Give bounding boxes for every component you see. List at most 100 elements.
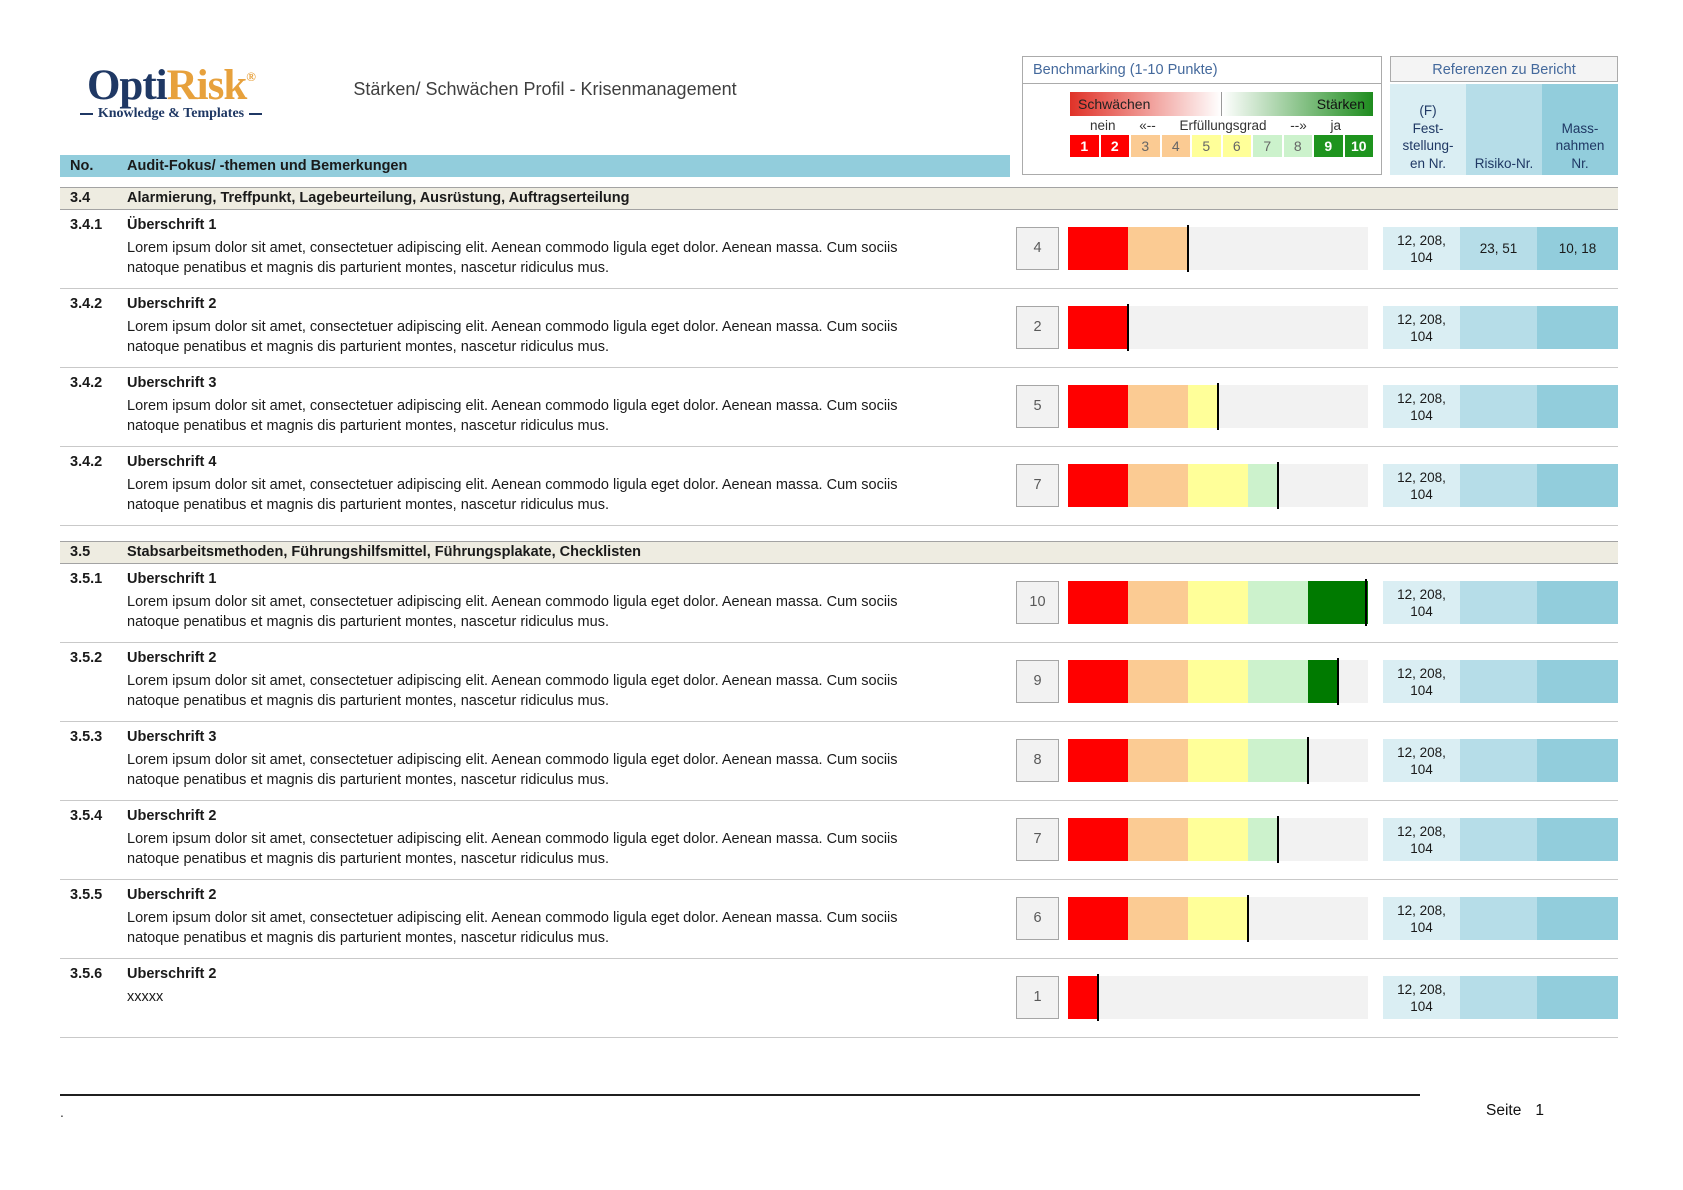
column-header-massnahmen-label: Mass- nahmen Nr. [1556,120,1605,173]
cell-risiko [1460,660,1537,703]
bar-segment [1338,581,1368,624]
bar-segment [1158,897,1188,940]
benchmark-bar [1068,581,1368,624]
weaknesses-gradient-label: Schwächen [1070,92,1221,116]
audit-table-body: 3.4Alarmierung, Treffpunkt, Lagebeurteil… [60,187,1618,1038]
score-box: 2 [1016,306,1059,349]
benchmark-bar [1068,660,1368,703]
cell-risiko [1460,739,1537,782]
cell-massnahmen [1537,581,1618,624]
benchmark-bar [1068,818,1368,861]
column-header-massnahmen: Mass- nahmen Nr. [1542,84,1618,175]
benchmark-scale: 1 2 3 4 5 6 7 8 9 10 [1070,135,1373,157]
benchmark-bar [1068,976,1368,1019]
label-nein: nein [1090,118,1116,133]
scale-cell-8: 8 [1284,135,1315,157]
score-box: 5 [1016,385,1059,428]
bar-segment [1098,739,1128,782]
cell-risiko: 23, 51 [1460,227,1537,270]
audit-row-3.5.2: 3.5.2Uberschrift 2Lorem ipsum dolor sit … [60,643,1618,722]
row-heading: Uberschrift 1 [127,571,216,587]
section-number: 3.4 [70,188,90,209]
bar-segment [1158,739,1188,782]
row-remarks: Lorem ipsum dolor sit amet, consectetuer… [127,672,898,711]
cell-massnahmen [1537,897,1618,940]
audit-row-3.5.1: 3.5.1Uberschrift 1Lorem ipsum dolor sit … [60,564,1618,643]
row-number: 3.4.2 [70,375,102,391]
benchmarking-panel: Benchmarking (1-10 Punkte) Schwächen Stä… [1022,56,1382,175]
bar-segment [1158,581,1188,624]
strengths-gradient-label: Stärken [1221,92,1373,116]
bar-segment [1068,660,1098,703]
column-header-risiko-label: Risiko-Nr. [1475,155,1534,173]
bar-segment [1128,660,1158,703]
score-box: 7 [1016,464,1059,507]
bar-segment [1068,227,1098,270]
bar-segment [1158,385,1188,428]
cell-risiko [1460,581,1537,624]
bar-segment [1218,739,1248,782]
section-header-3.4: 3.4Alarmierung, Treffpunkt, Lagebeurteil… [60,187,1618,210]
row-heading: Uberschrift 3 [127,375,216,391]
row-number: 3.5.3 [70,729,102,745]
audit-row-3.4.2: 3.4.2Uberschrift 4Lorem ipsum dolor sit … [60,447,1618,526]
bar-segment [1248,581,1278,624]
row-remarks: Lorem ipsum dolor sit amet, consectetuer… [127,239,898,278]
report-page: OptiRisk® Knowledge & Templates Stärken/… [0,0,1683,1190]
bar-segment [1158,818,1188,861]
logo-wordmark: OptiRisk® [76,54,266,109]
scale-cell-3: 3 [1131,135,1162,157]
bar-segment [1278,739,1308,782]
logo-text-risk: Risk [167,62,247,109]
section-title: Stabsarbeitsmethoden, Führungshilfsmitte… [127,542,641,563]
benchmark-bar [1068,306,1368,349]
bar-segment [1128,464,1158,507]
cell-massnahmen [1537,385,1618,428]
references-panel-title: Referenzen zu Bericht [1390,56,1618,82]
row-heading: Uberschrift 2 [127,808,216,824]
bar-segment [1158,227,1188,270]
cell-feststellungen: 12, 208, 104 [1383,976,1460,1019]
cell-feststellungen: 12, 208, 104 [1383,897,1460,940]
bar-segment [1068,818,1098,861]
bar-segment [1128,897,1158,940]
bar-segment [1188,464,1218,507]
optirisk-logo: OptiRisk® Knowledge & Templates [76,54,266,122]
cell-feststellungen: 12, 208, 104 [1383,306,1460,349]
row-number: 3.5.2 [70,650,102,666]
bar-segment [1068,976,1098,1019]
bar-segment [1188,818,1218,861]
row-remarks: Lorem ipsum dolor sit amet, consectetuer… [127,830,898,869]
bar-segment [1248,464,1278,507]
page-number-value: 1 [1535,1102,1544,1119]
cell-massnahmen [1537,818,1618,861]
score-marker [1337,658,1339,705]
benchmark-bar [1068,227,1368,270]
score-marker [1277,816,1279,863]
bar-segment [1308,581,1338,624]
score-marker [1097,974,1099,1021]
bar-segment [1098,464,1128,507]
cell-feststellungen: 12, 208, 104 [1383,227,1460,270]
bar-segment [1098,660,1128,703]
row-remarks: Lorem ipsum dolor sit amet, consectetuer… [127,397,898,436]
bar-segment [1218,464,1248,507]
cell-feststellungen: 12, 208, 104 [1383,818,1460,861]
benchmark-bar [1068,739,1368,782]
label-erfuellungsgrad: Erfüllungsgrad [1179,118,1266,133]
cell-feststellungen: 12, 208, 104 [1383,385,1460,428]
label-ja: ja [1330,118,1341,133]
row-heading: Überschrift 1 [127,217,216,233]
bar-segment [1188,385,1218,428]
bar-segment [1098,385,1128,428]
row-remarks: Lorem ipsum dolor sit amet, consectetuer… [127,476,898,515]
bar-segment [1068,897,1098,940]
cell-massnahmen [1537,660,1618,703]
bar-segment [1308,660,1338,703]
benchmarking-panel-title: Benchmarking (1-10 Punkte) [1023,57,1381,84]
cell-risiko [1460,818,1537,861]
row-remarks: Lorem ipsum dolor sit amet, consectetuer… [127,318,898,357]
score-box: 8 [1016,739,1059,782]
benchmark-bar [1068,464,1368,507]
score-box: 9 [1016,660,1059,703]
